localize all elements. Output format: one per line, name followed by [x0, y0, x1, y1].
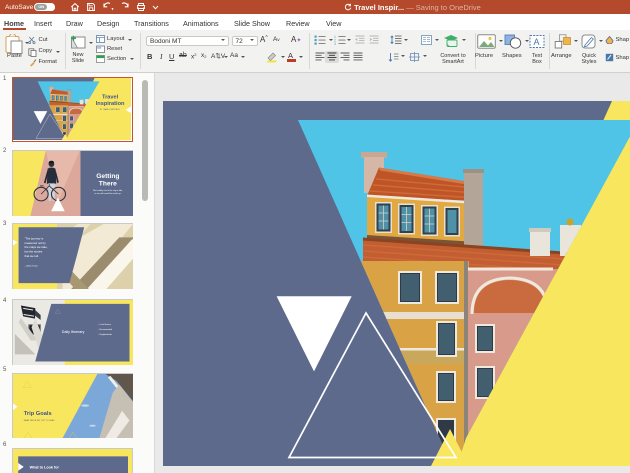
svg-text:the maps we take,: the maps we take,: [24, 245, 47, 249]
svg-text:but the stories: but the stories: [24, 250, 43, 254]
svg-text:that we tell.: that we tell.: [24, 254, 39, 258]
svg-text:What to Look for: What to Look for: [29, 466, 59, 470]
svg-text:A: A: [534, 37, 540, 47]
svg-text:Getting: Getting: [96, 173, 119, 180]
svg-text:Trip Goals: Trip Goals: [23, 411, 51, 417]
svg-text:There: There: [98, 180, 116, 187]
svg-text:3: 3: [334, 42, 336, 45]
svg-text:Daily Itinerary: Daily Itinerary: [61, 330, 84, 334]
svg-text:• Recommended: • Recommended: [98, 329, 112, 331]
svg-text:• Neighborhoods: • Neighborhoods: [98, 334, 112, 336]
svg-text:“The journey is: “The journey is: [24, 237, 43, 241]
svg-text:measured not by: measured not by: [24, 241, 46, 245]
svg-text:• Local libraries: • Local libraries: [98, 324, 111, 326]
